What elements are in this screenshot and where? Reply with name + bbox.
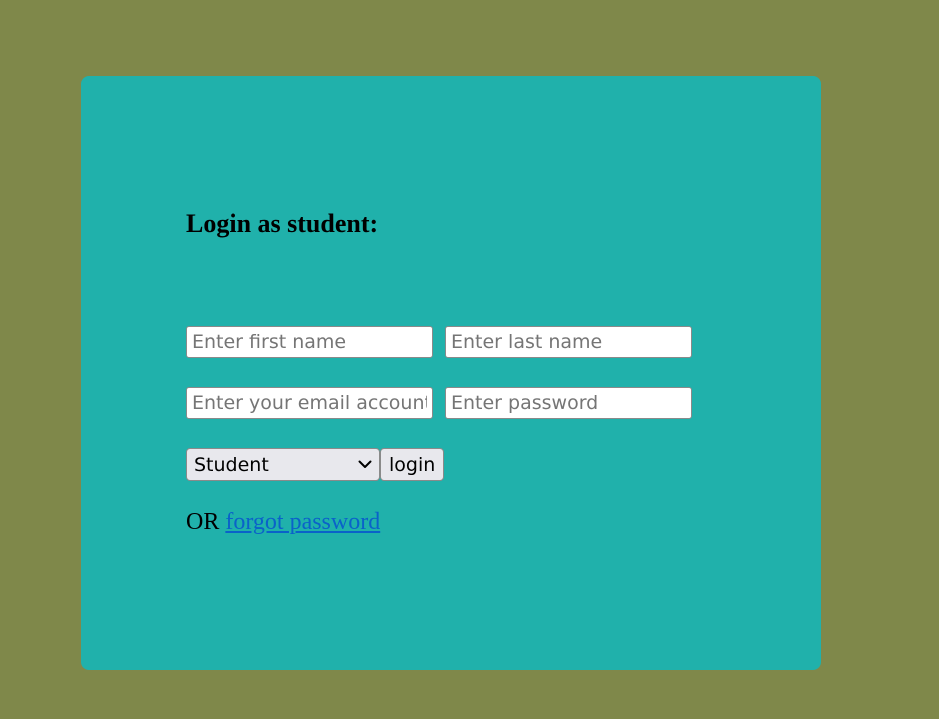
first-name-input[interactable] bbox=[186, 326, 433, 358]
or-text: OR bbox=[186, 509, 220, 535]
chevron-down-icon bbox=[358, 458, 372, 472]
last-name-input[interactable] bbox=[445, 326, 692, 358]
forgot-password-link[interactable]: forgot password bbox=[225, 509, 380, 535]
email-input[interactable] bbox=[186, 387, 433, 419]
role-select[interactable]: Student bbox=[186, 448, 380, 481]
login-card: Login as student: Student login OR forgo… bbox=[81, 76, 821, 670]
role-select-value: Student bbox=[194, 453, 269, 476]
forgot-password-line: OR forgot password bbox=[186, 509, 380, 536]
login-button[interactable]: login bbox=[380, 448, 445, 481]
password-input[interactable] bbox=[445, 387, 692, 419]
page-title: Login as student: bbox=[186, 209, 379, 238]
